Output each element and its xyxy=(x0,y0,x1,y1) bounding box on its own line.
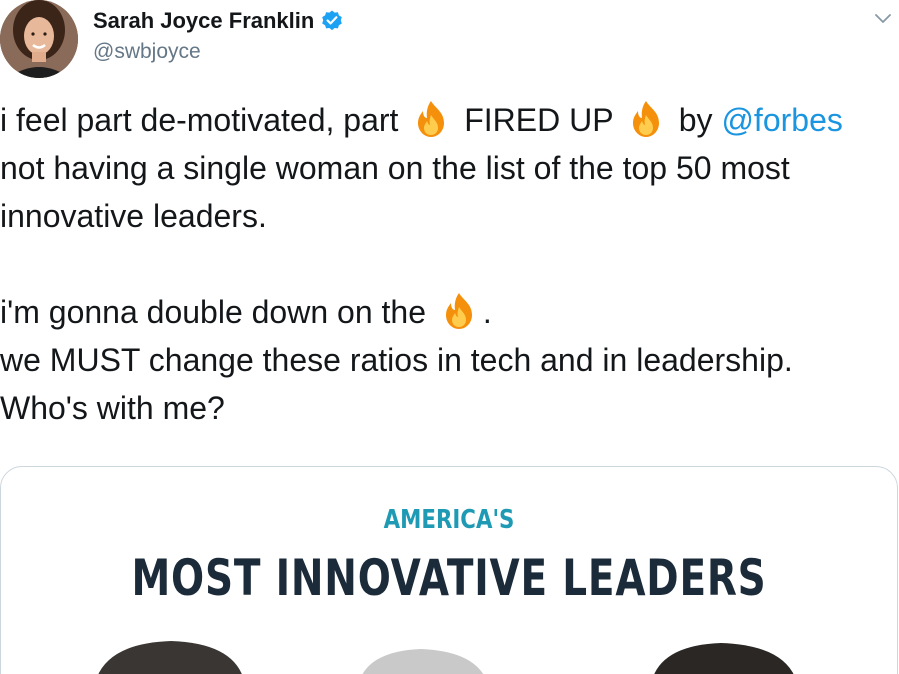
tweet-text-fragment: i feel part de-motivated, part xyxy=(0,102,399,138)
tweet-line-1: i feel part de-motivated, part FIRED UP … xyxy=(0,96,899,144)
author-handle[interactable]: @swbjoyce xyxy=(93,40,201,64)
fire-icon xyxy=(626,99,666,139)
tweet-text-fragment: by xyxy=(678,102,713,138)
media-card[interactable]: AMERICA'S MOST INNOVATIVE LEADERS xyxy=(0,466,898,674)
author-display-name[interactable]: Sarah Joyce Franklin xyxy=(93,8,314,34)
tweet-text-fragment: i'm gonna double down on the xyxy=(0,294,426,330)
tweet-line-6: Who's with me? xyxy=(0,390,225,426)
tweet-line-5: we MUST change these ratios in tech and … xyxy=(0,342,793,378)
media-kicker: AMERICA'S xyxy=(383,505,515,535)
tweet-text: i feel part de-motivated, part FIRED UP … xyxy=(0,96,899,432)
media-title: MOST INNOVATIVE LEADERS xyxy=(131,549,767,607)
fire-icon xyxy=(411,99,451,139)
avatar[interactable] xyxy=(0,0,78,78)
mention-link[interactable]: @forbes xyxy=(721,102,842,138)
tweet-text-fragment: . xyxy=(482,294,492,330)
verified-badge-icon xyxy=(320,9,344,33)
tweet-line-2: not having a single woman on the list of… xyxy=(0,150,790,186)
fire-icon xyxy=(439,291,479,331)
leader-photo xyxy=(98,641,794,674)
tweet: Sarah Joyce Franklin @swbjoyce i feel pa… xyxy=(0,0,899,674)
tweet-line-4: i'm gonna double down on the . xyxy=(0,288,899,336)
tweet-text-fragment: FIRED UP xyxy=(464,102,613,138)
chevron-down-icon[interactable] xyxy=(872,8,894,30)
tweet-line-3: innovative leaders. xyxy=(0,198,267,234)
author-name-row[interactable]: Sarah Joyce Franklin xyxy=(93,8,344,34)
